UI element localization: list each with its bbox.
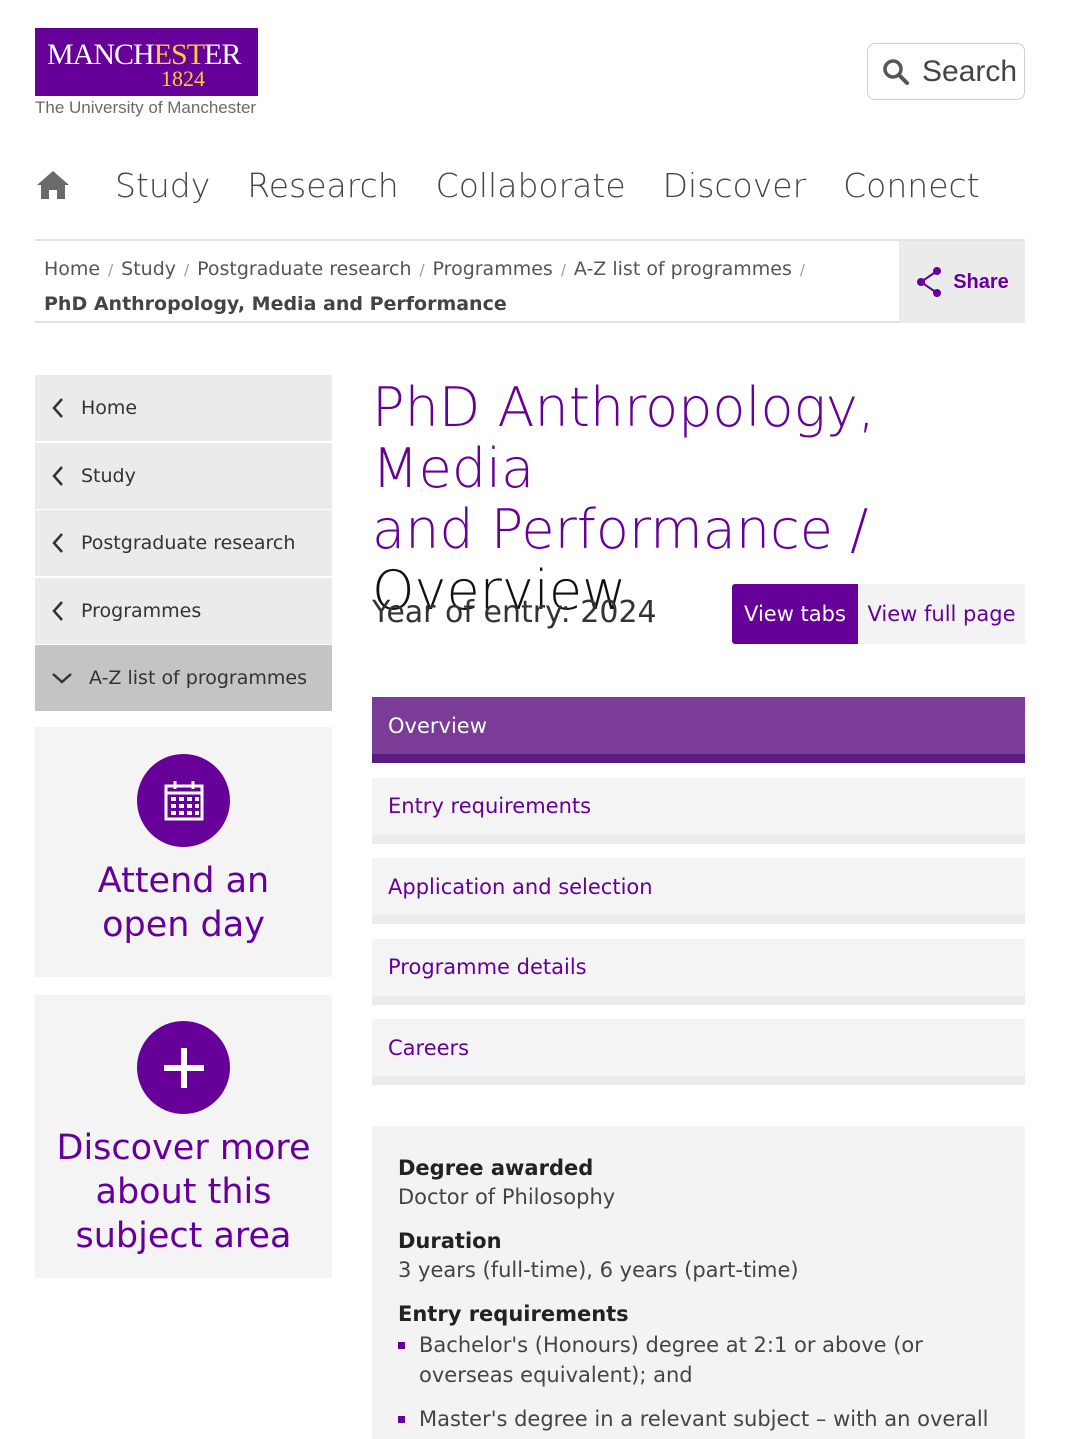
breadcrumb: Home / Study / Postgraduate research / Program… xyxy=(35,239,1025,323)
page-title-programme: PhD Anthropology, Media xyxy=(372,376,876,500)
tab-application-selection[interactable]: Application and selection xyxy=(372,858,1025,924)
logo-year: 1824 xyxy=(161,66,205,91)
search-label: Search xyxy=(922,54,1018,88)
university-logo[interactable]: MANCHESTER 1824 xyxy=(35,28,258,96)
chevron-left-icon xyxy=(52,600,63,621)
breadcrumb-current: PhD Anthropology, Media and Performance xyxy=(44,293,507,315)
entry-requirements-label: Entry requirements xyxy=(398,1302,629,1326)
page-title-programme-cont: and Performance / xyxy=(372,498,869,561)
sidebar-item-label: Home xyxy=(81,397,138,419)
duration-label: Duration xyxy=(398,1229,502,1253)
plus-icon-circle xyxy=(137,1021,230,1114)
breadcrumb-separator: / xyxy=(184,261,190,279)
calendar-icon-circle xyxy=(137,754,230,847)
home-icon[interactable] xyxy=(35,167,71,203)
degree-awarded-value: Doctor of Philosophy xyxy=(398,1185,616,1209)
tab-entry-requirements[interactable]: Entry requirements xyxy=(372,777,1025,844)
sidebar-item-label: Postgraduate research xyxy=(81,532,296,554)
main-nav: Study Research Collaborate Discover Conn… xyxy=(35,160,1017,210)
search-button[interactable]: Search xyxy=(867,43,1025,100)
logo-subtitle: The University of Manchester xyxy=(35,98,257,117)
sidebar-item-label: A-Z list of programmes xyxy=(89,667,307,689)
section-tabs: Overview Entry requirements Application … xyxy=(372,697,1025,1100)
list-item: Master's degree in a relevant subject – … xyxy=(398,1404,999,1434)
nav-collaborate[interactable]: Collaborate xyxy=(436,166,626,205)
breadcrumb-study[interactable]: Study xyxy=(121,258,176,280)
degree-awarded-label: Degree awarded xyxy=(398,1156,594,1180)
breadcrumb-postgraduate-research[interactable]: Postgraduate research xyxy=(197,258,411,280)
sidebar-item-az-list[interactable]: A-Z list of programmes xyxy=(35,645,332,711)
chevron-left-icon xyxy=(52,533,63,553)
open-day-title: Attend an open day xyxy=(97,861,270,945)
tab-overview[interactable]: Overview xyxy=(372,697,1025,763)
tab-careers[interactable]: Careers xyxy=(372,1019,1025,1085)
breadcrumb-az-list[interactable]: A-Z list of programmes xyxy=(574,258,792,280)
plus-icon xyxy=(163,1047,204,1088)
breadcrumb-separator: / xyxy=(419,261,425,279)
sidebar-item-programmes[interactable]: Programmes xyxy=(35,577,332,644)
sidebar-item-home[interactable]: Home xyxy=(35,375,332,441)
chevron-down-icon xyxy=(52,673,72,684)
sidebar-nav: Home Study Postgraduate research Program… xyxy=(35,375,332,713)
nav-connect[interactable]: Connect xyxy=(843,166,979,205)
nav-research[interactable]: Research xyxy=(247,166,398,205)
sidebar-item-label: Programmes xyxy=(81,599,202,622)
search-icon xyxy=(883,58,909,85)
sidebar-item-postgraduate-research[interactable]: Postgraduate research xyxy=(35,510,332,576)
duration-value: 3 years (full-time), 6 years (part-time) xyxy=(398,1258,799,1282)
view-full-page-button[interactable]: View full page xyxy=(858,584,1025,644)
discover-more-promo[interactable]: Discover more about this subject area xyxy=(35,995,332,1278)
chevron-left-icon xyxy=(52,465,63,486)
share-icon xyxy=(917,267,942,297)
sidebar-item-study[interactable]: Study xyxy=(35,442,332,509)
view-tabs-button[interactable]: View tabs xyxy=(732,584,858,644)
breadcrumb-home[interactable]: Home xyxy=(44,258,100,280)
open-day-promo[interactable]: Attend an open day xyxy=(35,727,332,977)
breadcrumb-separator: / xyxy=(560,261,566,279)
nav-study[interactable]: Study xyxy=(115,166,210,205)
share-button[interactable]: Share xyxy=(899,241,1025,323)
breadcrumb-separator: / xyxy=(799,261,805,279)
nav-discover[interactable]: Discover xyxy=(663,166,807,205)
calendar-icon xyxy=(164,780,203,820)
list-item: Bachelor's (Honours) degree at 2:1 or ab… xyxy=(398,1330,999,1390)
discover-more-title: Discover more about this subject area xyxy=(56,1128,311,1256)
programme-summary: Degree awarded Doctor of Philosophy Dura… xyxy=(372,1126,1025,1439)
logo-wordmark: MANCHESTER xyxy=(47,38,241,71)
chevron-left-icon xyxy=(52,398,63,418)
sidebar-item-label: Study xyxy=(81,464,136,487)
entry-requirements-list: Bachelor's (Honours) degree at 2:1 or ab… xyxy=(398,1330,999,1434)
year-of-entry: Year of entry: 2024 xyxy=(372,595,657,630)
tab-programme-details[interactable]: Programme details xyxy=(372,938,1025,1005)
breadcrumb-programmes[interactable]: Programmes xyxy=(433,258,553,280)
breadcrumb-separator: / xyxy=(108,261,114,279)
share-label: Share xyxy=(953,270,1009,293)
